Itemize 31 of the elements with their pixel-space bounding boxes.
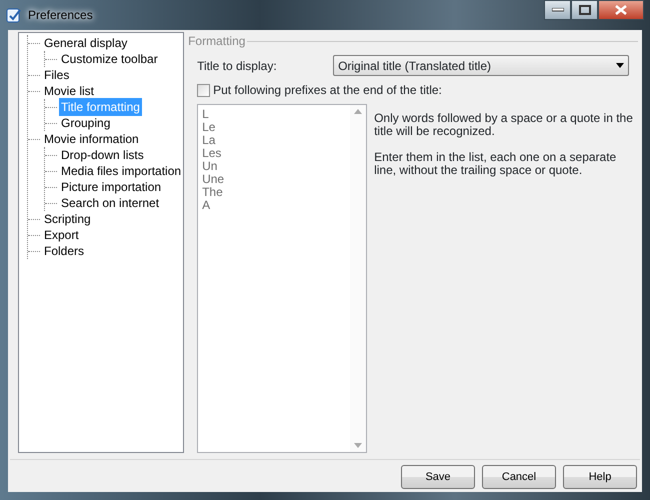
list-item: Un xyxy=(202,160,218,173)
group-title: Formatting xyxy=(188,33,246,50)
tree-item[interactable]: Customize toolbar xyxy=(59,50,160,68)
help-text: Enter them in the list, each one on a separate line, without the trailing space or quote. xyxy=(374,151,618,177)
tree-item[interactable]: Files xyxy=(42,66,72,84)
list-item: Les xyxy=(202,147,222,160)
tree-item[interactable]: Grouping xyxy=(59,114,112,132)
list-item: Une xyxy=(202,173,224,186)
list-item: The xyxy=(202,186,224,199)
window-title: Preferences xyxy=(28,7,93,24)
tree-item[interactable]: Search on internet xyxy=(59,194,162,212)
tree-item[interactable]: Picture importation xyxy=(59,178,164,196)
tree-item[interactable]: General display xyxy=(42,34,130,52)
list-item: A xyxy=(202,199,212,212)
tree-item[interactable]: Media files importation xyxy=(59,162,184,180)
tree-item[interactable]: Movie list xyxy=(42,82,96,100)
dialog-button[interactable]: Cancel xyxy=(482,465,556,489)
tree-item[interactable]: Export xyxy=(42,226,81,244)
list-item: La xyxy=(202,134,216,147)
dialog-button[interactable]: Save xyxy=(401,465,475,489)
list-item: Le xyxy=(202,121,216,134)
prefix-checkbox[interactable]: Put following prefixes at the end of the title: xyxy=(197,81,638,99)
list-item: L xyxy=(202,108,210,121)
dialog-button[interactable]: Help xyxy=(563,465,637,489)
tree-item[interactable]: Movie information xyxy=(42,130,141,148)
help-text: Only words followed by a space or a quote in the title will be recognized. xyxy=(374,112,634,138)
tree-item[interactable]: Folders xyxy=(42,242,86,260)
title-dropdown[interactable]: Original title (Translated title) xyxy=(333,55,630,76)
field-label: Title to display: xyxy=(197,58,278,74)
tree-item[interactable]: Scripting xyxy=(42,210,93,228)
tree-item[interactable]: Drop-down lists xyxy=(59,146,146,164)
